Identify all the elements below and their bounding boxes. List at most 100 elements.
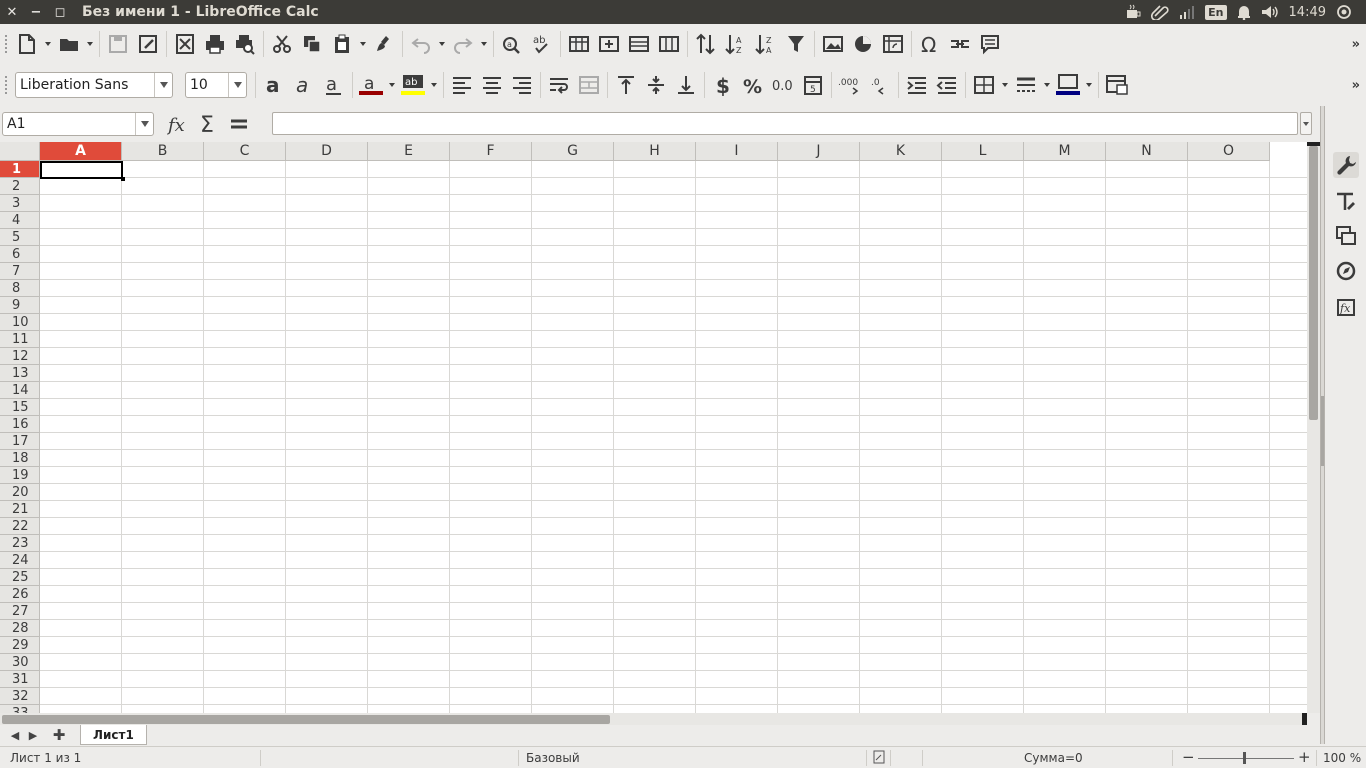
column-header[interactable]: O — [1188, 142, 1270, 161]
row-header[interactable]: 25 — [0, 569, 40, 586]
align-left-button[interactable] — [447, 70, 477, 100]
add-decimal-place-button[interactable]: .000 — [835, 70, 865, 100]
row-header[interactable]: 26 — [0, 586, 40, 603]
column-header[interactable]: A — [40, 142, 122, 161]
bold-button[interactable]: a — [259, 70, 289, 100]
column-header[interactable]: H — [614, 142, 696, 161]
toolbar-overflow-button[interactable]: » — [1352, 37, 1360, 52]
row-header[interactable]: 8 — [0, 280, 40, 297]
previous-sheet-icon[interactable]: ◀ — [6, 729, 24, 742]
paste-dropdown[interactable] — [357, 29, 369, 59]
power-settings-icon[interactable] — [1336, 4, 1352, 20]
column-header[interactable]: M — [1024, 142, 1106, 161]
percent-format-button[interactable]: % — [738, 70, 768, 100]
sort-descending-button[interactable]: ZA — [751, 29, 781, 59]
zoom-slider-knob[interactable] — [1243, 752, 1246, 764]
functions-button[interactable]: fx — [1333, 293, 1359, 319]
highlight-color-dropdown[interactable] — [428, 70, 440, 100]
column-header[interactable]: I — [696, 142, 778, 161]
row-header[interactable]: 7 — [0, 263, 40, 280]
align-right-button[interactable] — [507, 70, 537, 100]
pivot-table-button[interactable] — [878, 29, 908, 59]
keyboard-layout-indicator[interactable]: En — [1205, 4, 1227, 20]
date-format-button[interactable]: 5 — [798, 70, 828, 100]
borders-button[interactable] — [969, 70, 999, 100]
row-header[interactable]: 29 — [0, 637, 40, 654]
insert-image-button[interactable] — [818, 29, 848, 59]
row-header[interactable]: 32 — [0, 688, 40, 705]
font-name-combobox[interactable]: Liberation Sans — [15, 72, 173, 98]
row-header[interactable]: 3 — [0, 195, 40, 212]
row-header[interactable]: 16 — [0, 416, 40, 433]
font-color-button[interactable]: a — [356, 70, 386, 100]
function-wizard-button[interactable]: fx — [164, 109, 194, 139]
currency-format-button[interactable]: $ — [708, 70, 738, 100]
row-header[interactable]: 14 — [0, 382, 40, 399]
sum-button[interactable]: Σ — [194, 109, 224, 139]
chevron-down-icon[interactable] — [154, 73, 172, 97]
next-sheet-icon[interactable]: ▶ — [24, 729, 42, 742]
column-header[interactable]: L — [942, 142, 1024, 161]
clone-formatting-button[interactable] — [369, 29, 399, 59]
border-style-button[interactable] — [1011, 70, 1041, 100]
row-header[interactable]: 30 — [0, 654, 40, 671]
edit-mode-button[interactable] — [133, 29, 163, 59]
select-all-corner[interactable] — [0, 142, 40, 161]
cut-button[interactable] — [267, 29, 297, 59]
row-header[interactable]: 23 — [0, 535, 40, 552]
print-preview-button[interactable] — [230, 29, 260, 59]
coffee-icon[interactable] — [1125, 4, 1141, 20]
document-modified-icon[interactable] — [873, 750, 885, 767]
volume-icon[interactable] — [1261, 4, 1279, 20]
column-header[interactable]: F — [450, 142, 532, 161]
zoom-level[interactable]: 100 % — [1323, 751, 1361, 765]
minimize-window-button[interactable]: − — [24, 0, 48, 24]
row-header[interactable]: 2 — [0, 178, 40, 195]
insert-chart-button[interactable] — [848, 29, 878, 59]
align-center-button[interactable] — [477, 70, 507, 100]
row-header[interactable]: 11 — [0, 331, 40, 348]
row-header[interactable]: 27 — [0, 603, 40, 620]
horizontal-scrollbar-thumb[interactable] — [2, 715, 610, 724]
name-box[interactable]: A1 — [2, 112, 154, 136]
align-top-button[interactable] — [611, 70, 641, 100]
column-header[interactable]: N — [1106, 142, 1188, 161]
sort-button[interactable] — [691, 29, 721, 59]
increase-indent-button[interactable] — [902, 70, 932, 100]
delete-decimal-place-button[interactable]: .0 — [865, 70, 895, 100]
toolbar-grip[interactable] — [0, 73, 12, 97]
redo-button[interactable] — [448, 29, 478, 59]
column-header[interactable]: G — [532, 142, 614, 161]
maximize-window-button[interactable]: ◻ — [48, 0, 72, 24]
number-format-button[interactable]: 0.0 — [768, 70, 798, 100]
autofilter-button[interactable] — [781, 29, 811, 59]
headers-button[interactable] — [564, 29, 594, 59]
chevron-down-icon[interactable] — [228, 73, 246, 97]
underline-button[interactable]: a — [319, 70, 349, 100]
cell-cursor[interactable] — [40, 161, 125, 181]
row-header[interactable]: 20 — [0, 484, 40, 501]
zoom-out-button[interactable]: − — [1182, 748, 1195, 766]
attachment-icon[interactable] — [1151, 4, 1169, 20]
spelling-button[interactable]: ab — [527, 29, 557, 59]
open-button[interactable] — [54, 29, 84, 59]
toolbar-grip[interactable] — [0, 32, 12, 56]
column-header[interactable]: K — [860, 142, 942, 161]
clock[interactable]: 14:49 — [1289, 5, 1326, 20]
row-header[interactable]: 12 — [0, 348, 40, 365]
column-header[interactable]: E — [368, 142, 450, 161]
copy-button[interactable] — [297, 29, 327, 59]
print-button[interactable] — [200, 29, 230, 59]
italic-button[interactable]: a — [289, 70, 319, 100]
align-bottom-button[interactable] — [671, 70, 701, 100]
new-document-button[interactable] — [12, 29, 42, 59]
comment-button[interactable] — [975, 29, 1005, 59]
border-style-dropdown[interactable] — [1041, 70, 1053, 100]
row-header[interactable]: 31 — [0, 671, 40, 688]
save-button[interactable] — [103, 29, 133, 59]
zoom-in-button[interactable]: + — [1298, 748, 1311, 766]
styles-button[interactable] — [1333, 188, 1359, 214]
sort-ascending-button[interactable]: AZ — [721, 29, 751, 59]
undo-button[interactable] — [406, 29, 436, 59]
formula-input[interactable] — [272, 112, 1298, 135]
